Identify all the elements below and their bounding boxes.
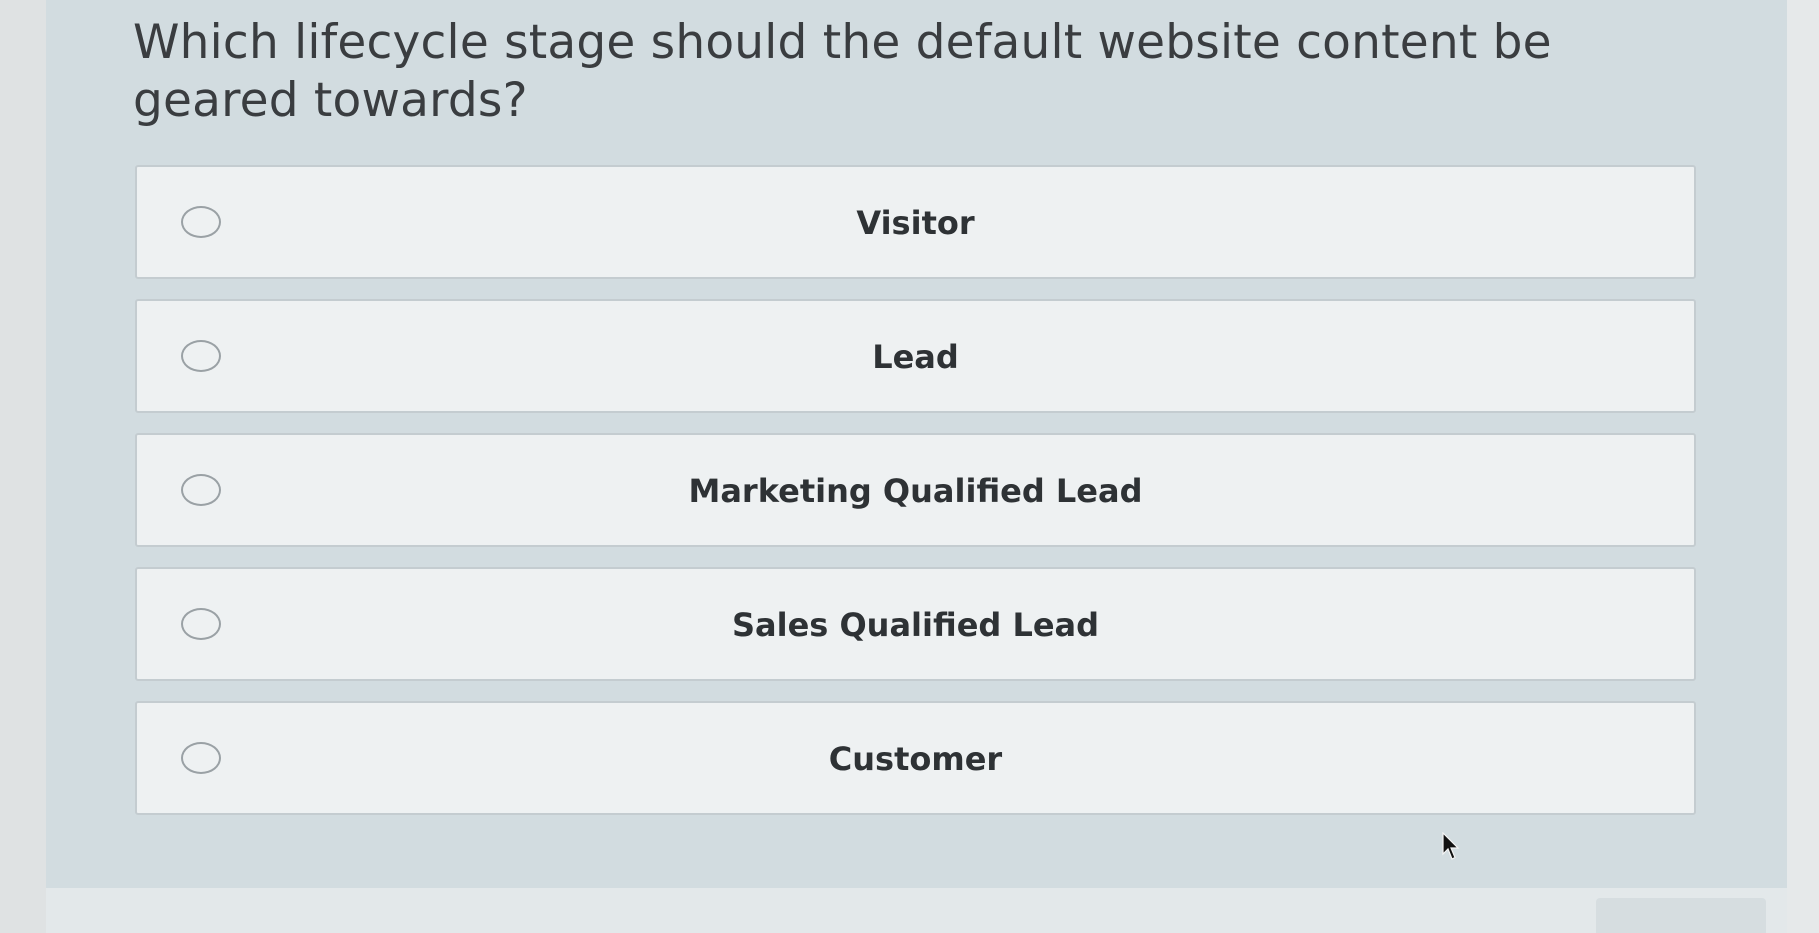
option-lead[interactable]: Lead <box>135 299 1696 413</box>
footer-strip <box>46 888 1787 933</box>
option-label: Sales Qualified Lead <box>731 606 1100 644</box>
option-label: Lead <box>872 338 959 376</box>
answer-options: Visitor Lead Marketing Qualified Lead Sa… <box>135 165 1696 835</box>
question-text: Which lifecycle stage should the default… <box>133 15 1552 128</box>
next-button[interactable] <box>1596 898 1766 933</box>
option-marketing-qualified-lead[interactable]: Marketing Qualified Lead <box>135 433 1696 547</box>
option-visitor[interactable]: Visitor <box>135 165 1696 279</box>
option-customer[interactable]: Customer <box>135 701 1696 815</box>
option-label: Marketing Qualified Lead <box>688 472 1143 510</box>
mouse-pointer-icon <box>1442 832 1460 860</box>
option-label: Visitor <box>856 204 975 242</box>
option-label: Customer <box>828 740 1003 778</box>
option-sales-qualified-lead[interactable]: Sales Qualified Lead <box>135 567 1696 681</box>
screen-edge-right <box>1787 0 1819 933</box>
screen-edge-left <box>0 0 46 933</box>
